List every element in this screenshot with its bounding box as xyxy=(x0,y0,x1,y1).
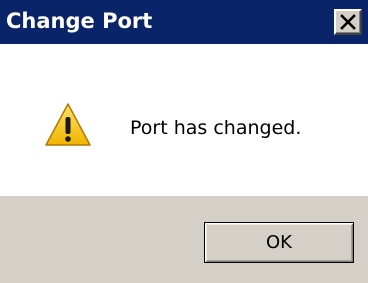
dialog-title: Change Port xyxy=(6,9,153,33)
title-bar[interactable]: Change Port xyxy=(0,0,368,44)
dialog-message: Port has changed. xyxy=(130,117,302,139)
dialog-footer: OK xyxy=(0,196,368,283)
ok-button[interactable]: OK xyxy=(204,222,354,263)
close-button[interactable] xyxy=(334,9,362,35)
close-icon xyxy=(340,14,356,30)
change-port-dialog: Change Port Port has changed. OK xyxy=(0,0,368,283)
dialog-content: Port has changed. xyxy=(0,44,368,196)
warning-icon xyxy=(45,103,91,146)
